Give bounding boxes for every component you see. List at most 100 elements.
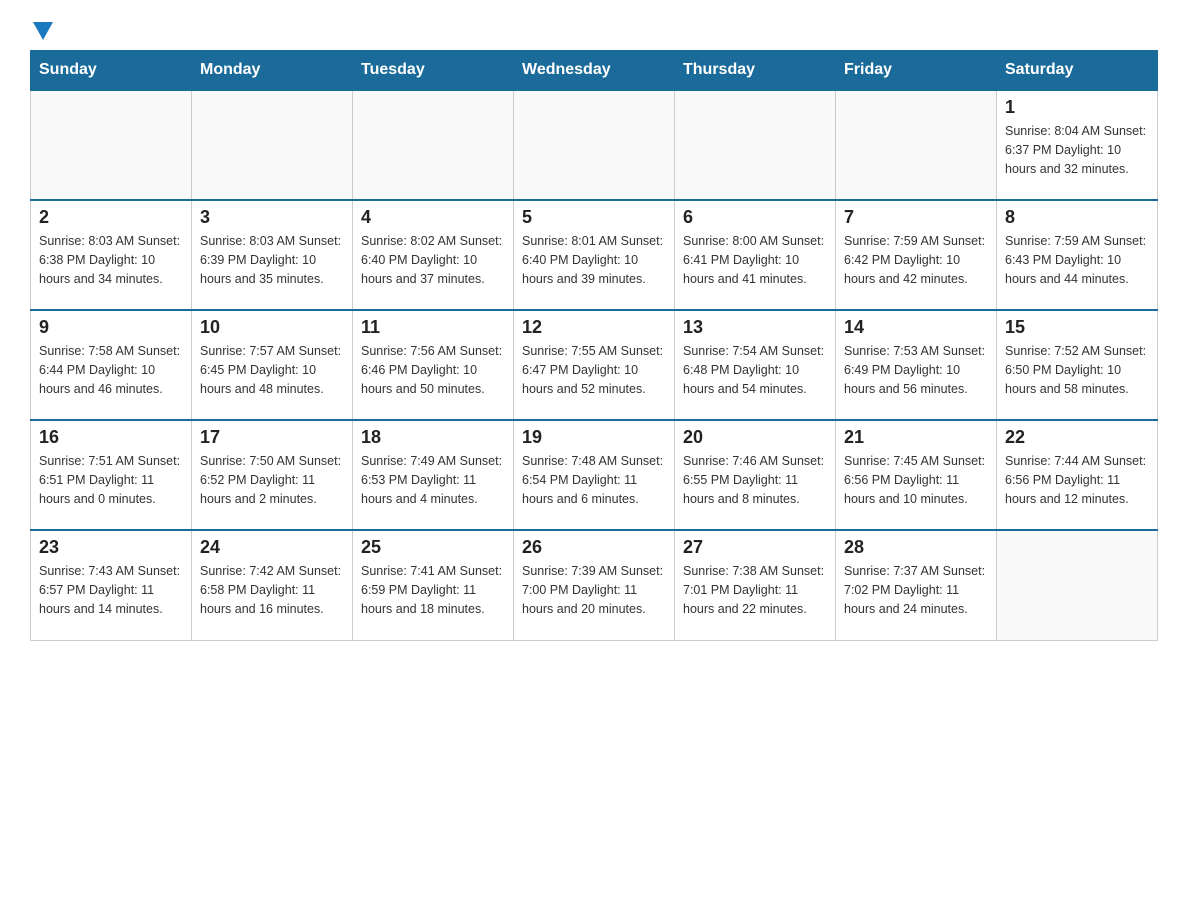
day-number: 17 (200, 427, 344, 448)
day-number: 5 (522, 207, 666, 228)
calendar-cell (675, 90, 836, 200)
day-number: 13 (683, 317, 827, 338)
calendar-cell: 1 Sunrise: 8:04 AM Sunset: 6:37 PM Daylig… (997, 90, 1158, 200)
day-number: 14 (844, 317, 988, 338)
weekday-header-sunday: Sunday (31, 51, 192, 91)
weekday-header-saturday: Saturday (997, 51, 1158, 91)
day-info: Sunrise: 8:04 AM Sunset: 6:37 PM Dayligh… (1005, 122, 1149, 178)
calendar-cell: 17 Sunrise: 7:50 AM Sunset: 6:52 PM Dayli… (192, 420, 353, 530)
page-header (30, 20, 1158, 40)
calendar-cell: 5 Sunrise: 8:01 AM Sunset: 6:40 PM Daylig… (514, 200, 675, 310)
day-info: Sunrise: 7:42 AM Sunset: 6:58 PM Dayligh… (200, 562, 344, 618)
calendar-cell (353, 90, 514, 200)
calendar-cell: 12 Sunrise: 7:55 AM Sunset: 6:47 PM Dayli… (514, 310, 675, 420)
day-info: Sunrise: 7:52 AM Sunset: 6:50 PM Dayligh… (1005, 342, 1149, 398)
calendar-table: SundayMondayTuesdayWednesdayThursdayFrid… (30, 50, 1158, 641)
calendar-cell: 14 Sunrise: 7:53 AM Sunset: 6:49 PM Dayli… (836, 310, 997, 420)
calendar-cell: 26 Sunrise: 7:39 AM Sunset: 7:00 PM Dayli… (514, 530, 675, 640)
day-number: 20 (683, 427, 827, 448)
calendar-cell (31, 90, 192, 200)
logo (30, 20, 53, 40)
calendar-body: 1 Sunrise: 8:04 AM Sunset: 6:37 PM Daylig… (31, 90, 1158, 640)
day-info: Sunrise: 8:02 AM Sunset: 6:40 PM Dayligh… (361, 232, 505, 288)
day-info: Sunrise: 7:41 AM Sunset: 6:59 PM Dayligh… (361, 562, 505, 618)
calendar-cell: 23 Sunrise: 7:43 AM Sunset: 6:57 PM Dayli… (31, 530, 192, 640)
day-number: 12 (522, 317, 666, 338)
day-info: Sunrise: 7:44 AM Sunset: 6:56 PM Dayligh… (1005, 452, 1149, 508)
calendar-cell: 9Sunrise: 7:58 AM Sunset: 6:44 PM Daylig… (31, 310, 192, 420)
calendar-cell: 25 Sunrise: 7:41 AM Sunset: 6:59 PM Dayli… (353, 530, 514, 640)
day-number: 22 (1005, 427, 1149, 448)
day-number: 26 (522, 537, 666, 558)
weekday-header-tuesday: Tuesday (353, 51, 514, 91)
day-number: 23 (39, 537, 183, 558)
day-number: 7 (844, 207, 988, 228)
calendar-cell: 15 Sunrise: 7:52 AM Sunset: 6:50 PM Dayli… (997, 310, 1158, 420)
day-info: Sunrise: 7:38 AM Sunset: 7:01 PM Dayligh… (683, 562, 827, 618)
day-info: Sunrise: 7:46 AM Sunset: 6:55 PM Dayligh… (683, 452, 827, 508)
calendar-cell: 18 Sunrise: 7:49 AM Sunset: 6:53 PM Dayli… (353, 420, 514, 530)
calendar-cell: 13 Sunrise: 7:54 AM Sunset: 6:48 PM Dayli… (675, 310, 836, 420)
day-number: 24 (200, 537, 344, 558)
day-info: Sunrise: 7:50 AM Sunset: 6:52 PM Dayligh… (200, 452, 344, 508)
day-info: Sunrise: 7:56 AM Sunset: 6:46 PM Dayligh… (361, 342, 505, 398)
day-number: 11 (361, 317, 505, 338)
day-info: Sunrise: 8:01 AM Sunset: 6:40 PM Dayligh… (522, 232, 666, 288)
calendar-week-row: 9Sunrise: 7:58 AM Sunset: 6:44 PM Daylig… (31, 310, 1158, 420)
day-info: Sunrise: 7:55 AM Sunset: 6:47 PM Dayligh… (522, 342, 666, 398)
calendar-cell: 7Sunrise: 7:59 AM Sunset: 6:42 PM Daylig… (836, 200, 997, 310)
day-number: 3 (200, 207, 344, 228)
calendar-header: SundayMondayTuesdayWednesdayThursdayFrid… (31, 51, 1158, 91)
calendar-cell: 20 Sunrise: 7:46 AM Sunset: 6:55 PM Dayli… (675, 420, 836, 530)
calendar-cell: 16 Sunrise: 7:51 AM Sunset: 6:51 PM Dayli… (31, 420, 192, 530)
day-info: Sunrise: 8:03 AM Sunset: 6:39 PM Dayligh… (200, 232, 344, 288)
calendar-week-row: 16 Sunrise: 7:51 AM Sunset: 6:51 PM Dayli… (31, 420, 1158, 530)
calendar-week-row: 1 Sunrise: 8:04 AM Sunset: 6:37 PM Daylig… (31, 90, 1158, 200)
day-info: Sunrise: 7:59 AM Sunset: 6:43 PM Dayligh… (1005, 232, 1149, 288)
day-number: 2 (39, 207, 183, 228)
calendar-cell: 11 Sunrise: 7:56 AM Sunset: 6:46 PM Dayli… (353, 310, 514, 420)
day-number: 10 (200, 317, 344, 338)
day-number: 27 (683, 537, 827, 558)
day-info: Sunrise: 7:53 AM Sunset: 6:49 PM Dayligh… (844, 342, 988, 398)
day-number: 18 (361, 427, 505, 448)
calendar-cell: 24 Sunrise: 7:42 AM Sunset: 6:58 PM Dayli… (192, 530, 353, 640)
day-info: Sunrise: 7:49 AM Sunset: 6:53 PM Dayligh… (361, 452, 505, 508)
calendar-cell: 3 Sunrise: 8:03 AM Sunset: 6:39 PM Daylig… (192, 200, 353, 310)
weekday-header-wednesday: Wednesday (514, 51, 675, 91)
day-number: 15 (1005, 317, 1149, 338)
calendar-cell: 28 Sunrise: 7:37 AM Sunset: 7:02 PM Dayli… (836, 530, 997, 640)
day-number: 8 (1005, 207, 1149, 228)
calendar-cell: 27 Sunrise: 7:38 AM Sunset: 7:01 PM Dayli… (675, 530, 836, 640)
day-info: Sunrise: 7:39 AM Sunset: 7:00 PM Dayligh… (522, 562, 666, 618)
day-number: 4 (361, 207, 505, 228)
calendar-week-row: 2Sunrise: 8:03 AM Sunset: 6:38 PM Daylig… (31, 200, 1158, 310)
calendar-cell: 21 Sunrise: 7:45 AM Sunset: 6:56 PM Dayli… (836, 420, 997, 530)
weekday-header-monday: Monday (192, 51, 353, 91)
day-info: Sunrise: 7:54 AM Sunset: 6:48 PM Dayligh… (683, 342, 827, 398)
calendar-week-row: 23 Sunrise: 7:43 AM Sunset: 6:57 PM Dayli… (31, 530, 1158, 640)
logo-triangle-icon (33, 22, 53, 40)
day-number: 25 (361, 537, 505, 558)
calendar-cell: 6Sunrise: 8:00 AM Sunset: 6:41 PM Daylig… (675, 200, 836, 310)
day-number: 16 (39, 427, 183, 448)
day-info: Sunrise: 7:48 AM Sunset: 6:54 PM Dayligh… (522, 452, 666, 508)
calendar-cell: 19 Sunrise: 7:48 AM Sunset: 6:54 PM Dayli… (514, 420, 675, 530)
day-info: Sunrise: 7:57 AM Sunset: 6:45 PM Dayligh… (200, 342, 344, 398)
calendar-cell (514, 90, 675, 200)
calendar-cell: 8 Sunrise: 7:59 AM Sunset: 6:43 PM Daylig… (997, 200, 1158, 310)
day-number: 19 (522, 427, 666, 448)
day-info: Sunrise: 7:51 AM Sunset: 6:51 PM Dayligh… (39, 452, 183, 508)
day-info: Sunrise: 7:58 AM Sunset: 6:44 PM Dayligh… (39, 342, 183, 398)
calendar-cell: 22 Sunrise: 7:44 AM Sunset: 6:56 PM Dayli… (997, 420, 1158, 530)
calendar-cell: 2Sunrise: 8:03 AM Sunset: 6:38 PM Daylig… (31, 200, 192, 310)
day-info: Sunrise: 7:43 AM Sunset: 6:57 PM Dayligh… (39, 562, 183, 618)
day-number: 6 (683, 207, 827, 228)
day-number: 1 (1005, 97, 1149, 118)
day-number: 21 (844, 427, 988, 448)
weekday-header-friday: Friday (836, 51, 997, 91)
day-number: 28 (844, 537, 988, 558)
day-info: Sunrise: 7:45 AM Sunset: 6:56 PM Dayligh… (844, 452, 988, 508)
calendar-cell: 4 Sunrise: 8:02 AM Sunset: 6:40 PM Daylig… (353, 200, 514, 310)
day-info: Sunrise: 7:37 AM Sunset: 7:02 PM Dayligh… (844, 562, 988, 618)
